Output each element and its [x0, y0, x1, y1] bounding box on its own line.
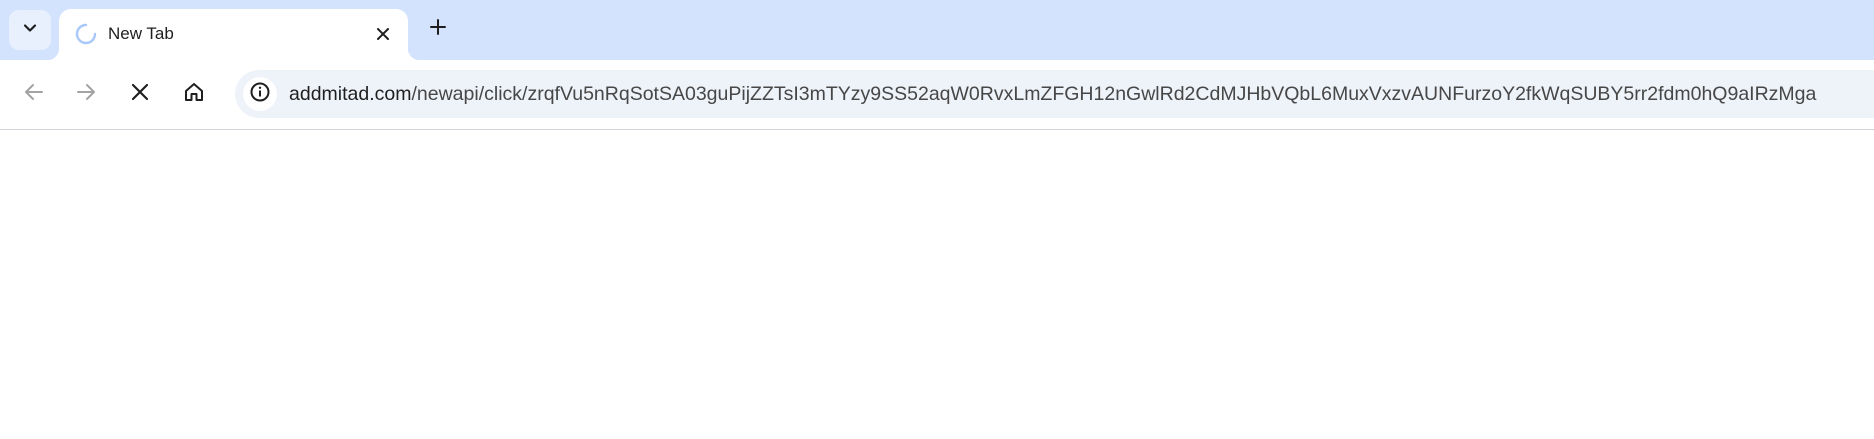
new-tab-button[interactable] [423, 14, 453, 44]
stop-loading-icon [131, 83, 149, 106]
active-tab[interactable]: New Tab [47, 9, 420, 60]
tab-search-button[interactable] [9, 10, 51, 50]
url-host: addmitad.com [289, 83, 412, 105]
page-content [0, 130, 1874, 439]
close-icon[interactable] [371, 22, 395, 46]
url-text[interactable]: addmitad.com/newapi/click/zrqfVu5nRqSotS… [289, 70, 1816, 118]
info-icon [249, 81, 271, 108]
back-button[interactable] [19, 79, 49, 109]
home-icon [183, 81, 205, 108]
forward-arrow-icon [75, 81, 97, 108]
forward-button[interactable] [71, 79, 101, 109]
address-bar[interactable]: addmitad.com/newapi/click/zrqfVu5nRqSotS… [235, 70, 1874, 118]
stop-button[interactable] [125, 79, 155, 109]
back-arrow-icon [23, 81, 45, 108]
site-info-button[interactable] [243, 77, 277, 111]
home-button[interactable] [179, 79, 209, 109]
plus-icon [429, 18, 447, 41]
chevron-down-icon [22, 20, 38, 41]
tab-title: New Tab [108, 24, 174, 43]
browser-toolbar: addmitad.com/newapi/click/zrqfVu5nRqSotS… [0, 60, 1874, 130]
tab-strip: New Tab [0, 0, 1874, 60]
url-path: /newapi/click/zrqfVu5nRqSotSA03guPijZZTs… [411, 83, 1817, 105]
loading-spinner-icon [74, 22, 98, 46]
